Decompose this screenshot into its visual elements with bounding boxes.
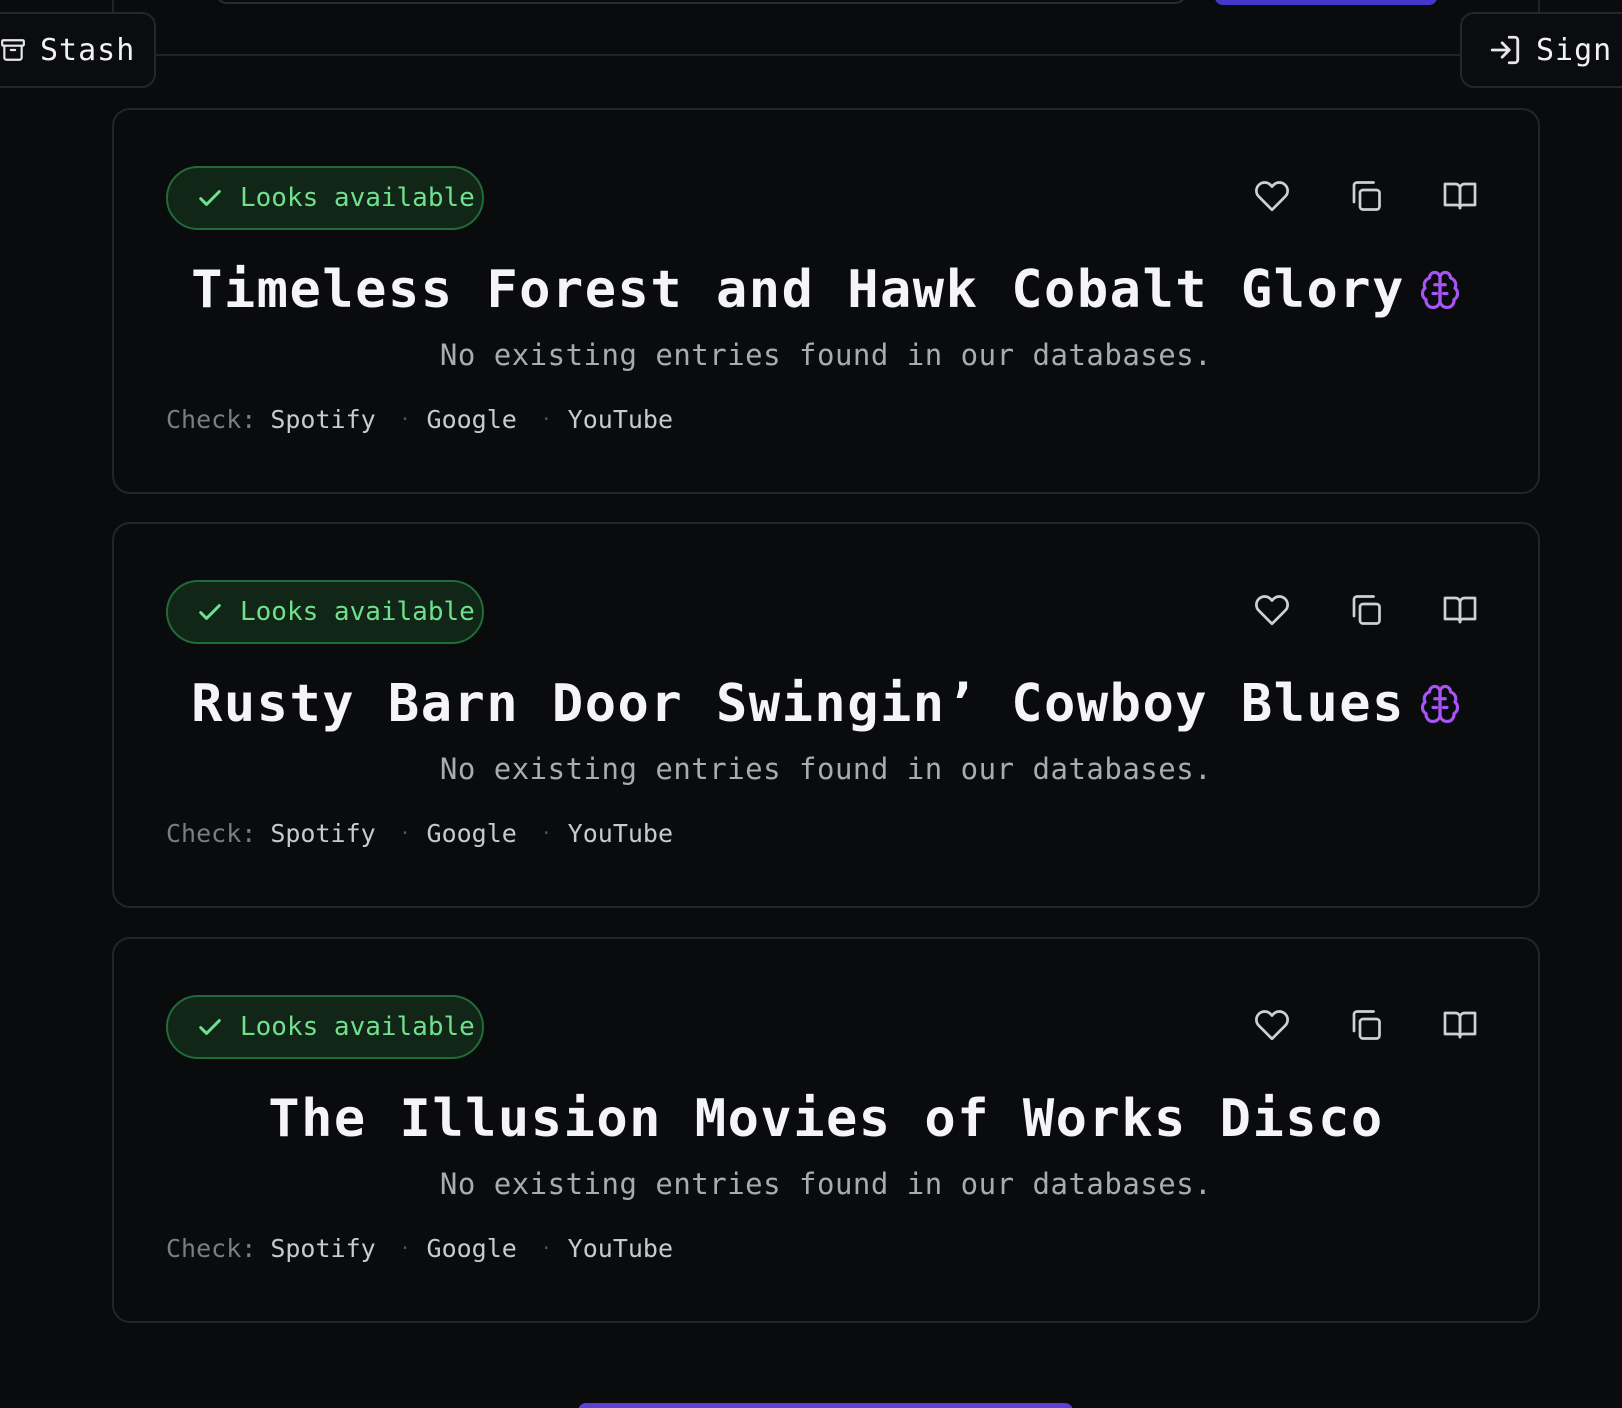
name-card: Looks available Rusty Barn Door Swingin’… [112, 522, 1540, 908]
separator-dot: · [399, 823, 411, 844]
book-icon [1443, 1011, 1477, 1039]
details-button[interactable] [1442, 1007, 1478, 1043]
title-row: Rusty Barn Door Swingin’ Cowboy Blues [114, 674, 1538, 734]
check-icon [199, 604, 221, 620]
sign-in-button[interactable]: Sign [1460, 12, 1622, 88]
check-label: Check: [166, 1234, 257, 1263]
check-label: Check: [166, 405, 257, 434]
spotify-link[interactable]: Spotify [270, 1234, 375, 1263]
google-link[interactable]: Google [427, 405, 517, 434]
stash-button[interactable]: Stash [0, 12, 156, 88]
card-actions [1254, 178, 1478, 214]
copy-icon [1352, 595, 1381, 625]
badge-label: Looks available [240, 183, 475, 213]
badge-label: Looks available [240, 597, 475, 627]
heart-icon [1255, 595, 1289, 626]
youtube-link[interactable]: YouTube [568, 819, 673, 848]
card-actions [1254, 1007, 1478, 1043]
heart-icon [1255, 181, 1289, 212]
title-row: Timeless Forest and Hawk Cobalt Glory [114, 260, 1538, 320]
copy-button[interactable] [1348, 1007, 1384, 1043]
google-link[interactable]: Google [427, 1234, 517, 1263]
check-links: Check: Spotify · Google · YouTube [166, 819, 673, 848]
availability-badge: Looks available [166, 580, 484, 644]
copy-icon [1352, 1010, 1381, 1040]
stash-label: Stash [40, 32, 136, 68]
book-icon [1443, 596, 1477, 624]
title-row: The Illusion Movies of Works Disco [114, 1089, 1538, 1149]
book-icon [1443, 182, 1477, 210]
load-more-button[interactable] [578, 1403, 1073, 1408]
card-actions [1254, 592, 1478, 628]
youtube-link[interactable]: YouTube [568, 1234, 673, 1263]
spotify-link[interactable]: Spotify [270, 819, 375, 848]
sign-label: Sign [1536, 32, 1613, 68]
check-icon [199, 190, 221, 206]
check-label: Check: [166, 819, 257, 848]
card-title: Timeless Forest and Hawk Cobalt Glory [191, 260, 1405, 320]
top-search-container [112, 0, 1540, 56]
availability-badge: Looks available [166, 995, 484, 1059]
card-title: Rusty Barn Door Swingin’ Cowboy Blues [191, 674, 1405, 734]
copy-button[interactable] [1348, 178, 1384, 214]
details-button[interactable] [1442, 592, 1478, 628]
details-button[interactable] [1442, 178, 1478, 214]
name-card: Looks available Timeless Forest and Hawk… [112, 108, 1540, 494]
separator-dot: · [540, 1238, 552, 1259]
check-links: Check: Spotify · Google · YouTube [166, 1234, 673, 1263]
youtube-link[interactable]: YouTube [568, 405, 673, 434]
card-title: The Illusion Movies of Works Disco [268, 1089, 1384, 1149]
card-subtitle: No existing entries found in our databas… [439, 752, 1213, 786]
check-links: Check: Spotify · Google · YouTube [166, 405, 673, 434]
search-input[interactable] [215, 0, 1187, 4]
brain-icon [1420, 684, 1459, 724]
generate-button[interactable] [1215, 0, 1437, 5]
copy-icon [1352, 181, 1381, 211]
separator-dot: · [399, 1238, 411, 1259]
separator-dot: · [540, 409, 552, 430]
spotify-link[interactable]: Spotify [270, 405, 375, 434]
separator-dot: · [540, 823, 552, 844]
google-link[interactable]: Google [427, 819, 517, 848]
copy-button[interactable] [1348, 592, 1384, 628]
favorite-button[interactable] [1254, 1007, 1290, 1043]
availability-badge: Looks available [166, 166, 484, 230]
archive-icon [1, 39, 25, 61]
heart-icon [1255, 1010, 1289, 1041]
favorite-button[interactable] [1254, 592, 1290, 628]
brain-icon [1420, 270, 1459, 310]
badge-label: Looks available [240, 1012, 475, 1042]
separator-dot: · [399, 409, 411, 430]
sign-in-icon [1490, 35, 1520, 65]
page: Stash Sign Looks available Timeless Fore… [0, 0, 1622, 1408]
card-subtitle: No existing entries found in our databas… [439, 338, 1213, 372]
name-card: Looks available The Illusion Movies of W… [112, 937, 1540, 1323]
check-icon [199, 1019, 221, 1035]
favorite-button[interactable] [1254, 178, 1290, 214]
card-subtitle: No existing entries found in our databas… [439, 1167, 1213, 1201]
